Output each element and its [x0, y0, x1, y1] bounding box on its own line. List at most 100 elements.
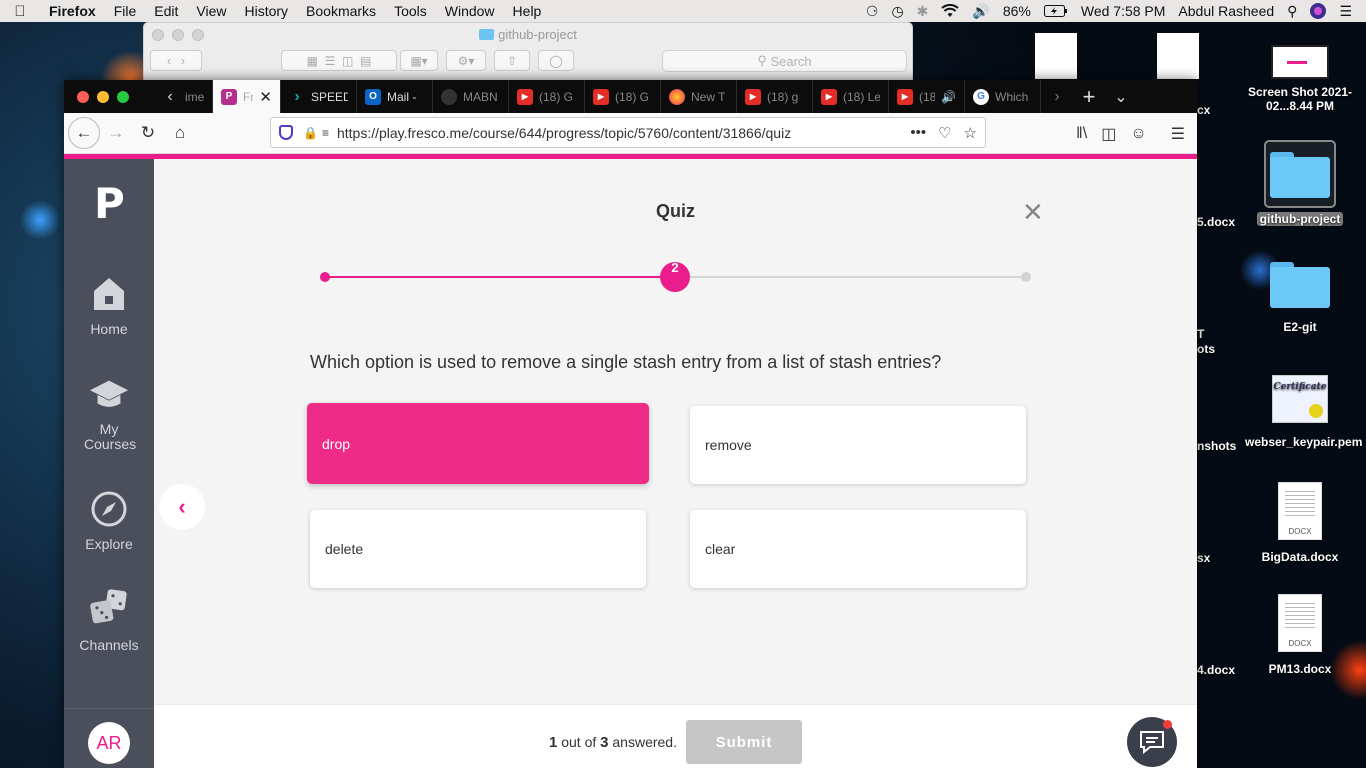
desktop-item-bigdata[interactable]: DOCX BigData.docx: [1245, 482, 1355, 564]
desktop-item-e2-git[interactable]: E2-git: [1245, 262, 1355, 334]
menu-bookmarks[interactable]: Bookmarks: [297, 3, 385, 19]
menu-hamburger-icon[interactable]: ☰: [1171, 124, 1185, 144]
home-button[interactable]: ⌂: [164, 117, 196, 149]
close-quiz-icon[interactable]: ✕: [1022, 197, 1044, 228]
menu-history[interactable]: History: [235, 3, 297, 19]
tracking-protection-shield-icon[interactable]: [279, 125, 293, 140]
progress-step-start[interactable]: [320, 272, 330, 282]
notification-center-icon[interactable]: ☰: [1339, 3, 1352, 20]
browser-tab[interactable]: MABN: [433, 80, 509, 113]
sync-icon[interactable]: ⚆: [866, 3, 879, 20]
pocket-icon[interactable]: ♡: [938, 124, 951, 142]
avatar[interactable]: AR: [88, 722, 130, 764]
wifi-icon[interactable]: [941, 4, 960, 18]
sidebar-item-explore[interactable]: Explore: [64, 489, 154, 552]
finder-share-button[interactable]: ⇧: [494, 50, 530, 71]
firefox-window: ‹ ime P Fre ✕ › SPEED O Mail - MABN ▶ (1…: [64, 80, 1197, 768]
browser-tab[interactable]: ▶ (18) G: [509, 80, 585, 113]
finder-group-button[interactable]: ▦▾: [400, 50, 438, 71]
finder-view-icons-button[interactable]: ▦ ☰ ◫ ▤: [281, 50, 397, 71]
battery-icon[interactable]: [1043, 5, 1068, 17]
browser-tab[interactable]: ▶ (18) G: [585, 80, 661, 113]
desktop-item-github-project[interactable]: github-project: [1245, 140, 1355, 226]
finder-search-input[interactable]: ⚲ Search: [662, 50, 907, 72]
back-button[interactable]: ←: [68, 117, 100, 149]
clock[interactable]: Wed 7:58 PM: [1081, 3, 1166, 19]
library-icon[interactable]: ‖\: [1076, 125, 1087, 143]
menu-edit[interactable]: Edit: [145, 3, 187, 19]
finder-tag-button[interactable]: ◯: [538, 50, 574, 71]
list-all-tabs-icon[interactable]: ⌄: [1105, 87, 1137, 107]
youtube-icon: ▶: [821, 88, 837, 105]
progress-step-end[interactable]: [1021, 272, 1031, 282]
fresco-logo[interactable]: P: [94, 179, 125, 228]
sidebar-toggle-icon[interactable]: ◫: [1101, 124, 1116, 144]
reload-button[interactable]: ↻: [132, 117, 164, 149]
desktop-item-label: E2-git: [1283, 320, 1317, 334]
close-window-button[interactable]: [77, 90, 89, 103]
time-machine-icon[interactable]: ◷: [891, 3, 903, 20]
user-name[interactable]: Abdul Rasheed: [1178, 3, 1274, 19]
sidebar-item-channels[interactable]: Channels: [64, 584, 154, 653]
spotlight-search-icon[interactable]: ⚲: [1287, 3, 1297, 20]
menu-file[interactable]: File: [105, 3, 146, 19]
docx-tag: DOCX: [1288, 527, 1312, 536]
browser-tab[interactable]: › SPEED: [281, 80, 357, 113]
apple-menu-icon[interactable]: : [0, 3, 40, 20]
browser-tab[interactable]: G Which: [965, 80, 1041, 113]
forward-button[interactable]: →: [100, 117, 132, 149]
page-actions-icon[interactable]: •••: [910, 124, 926, 142]
browser-tab[interactable]: ime: [181, 80, 213, 113]
tab-audio-icon[interactable]: 🔊: [941, 90, 956, 104]
close-tab-icon[interactable]: ✕: [259, 88, 272, 106]
menu-tools[interactable]: Tools: [385, 3, 436, 19]
permissions-icon[interactable]: ≡: [322, 126, 329, 140]
url-text[interactable]: https://play.fresco.me/course/644/progre…: [337, 125, 910, 141]
answer-option-clear[interactable]: clear: [690, 510, 1026, 588]
desktop-item-webser-keypair[interactable]: Certificate webser_keypair.pem: [1245, 375, 1362, 449]
chat-support-button[interactable]: [1127, 717, 1177, 767]
tab-title: (18) g: [767, 89, 799, 104]
youtube-icon: ▶: [897, 88, 913, 105]
answer-option-drop[interactable]: drop: [307, 403, 649, 484]
menu-help[interactable]: Help: [504, 3, 551, 19]
sidebar-item-home[interactable]: Home: [64, 274, 154, 337]
tab-title: Mail -: [387, 89, 417, 104]
navigation-toolbar: ← → ↻ ⌂ 🔒 ≡ https://play.fresco.me/cours…: [64, 113, 1197, 154]
desktop-doc-thumbnail: [1157, 33, 1199, 79]
menu-app-name[interactable]: Firefox: [40, 3, 105, 19]
browser-tab[interactable]: O Mail -: [357, 80, 433, 113]
desktop-item-pm13[interactable]: DOCX PM13.docx: [1245, 594, 1355, 676]
bluetooth-icon[interactable]: ✱: [917, 3, 929, 20]
submit-button[interactable]: Submit: [686, 720, 802, 764]
previous-question-button[interactable]: ‹: [159, 484, 205, 530]
browser-tab[interactable]: New T: [661, 80, 737, 113]
zoom-window-button[interactable]: [117, 90, 129, 103]
browser-tab[interactable]: ▶ (18) g: [737, 80, 813, 113]
minimize-window-button[interactable]: [97, 90, 109, 103]
finder-action-gear-icon[interactable]: ⚙▾: [446, 50, 486, 71]
menu-view[interactable]: View: [187, 3, 235, 19]
account-icon[interactable]: ☺: [1130, 125, 1146, 143]
answer-option-remove[interactable]: remove: [690, 406, 1026, 484]
progress-step-number: 2: [671, 260, 679, 275]
tabs-scroll-right-icon[interactable]: ›: [1041, 88, 1073, 106]
siri-icon[interactable]: [1310, 3, 1327, 19]
desktop-partial-label: ots: [1197, 342, 1215, 356]
volume-icon[interactable]: 🔊: [972, 3, 989, 20]
tab-strip: ‹ ime P Fre ✕ › SPEED O Mail - MABN ▶ (1…: [64, 80, 1197, 113]
desktop-item-screenshot[interactable]: Screen Shot 2021-02...8.44 PM: [1245, 45, 1355, 113]
lock-icon[interactable]: 🔒: [303, 126, 318, 140]
browser-tab-active[interactable]: P Fre ✕: [213, 80, 281, 113]
bookmark-star-icon[interactable]: ☆: [964, 124, 977, 142]
quiz-progress-fill: [324, 276, 675, 278]
tabs-scroll-left-icon[interactable]: ‹: [159, 88, 181, 106]
new-tab-button[interactable]: +: [1073, 84, 1105, 110]
browser-tab[interactable]: ▶ (18) Le: [813, 80, 889, 113]
url-bar[interactable]: 🔒 ≡ https://play.fresco.me/course/644/pr…: [270, 117, 986, 148]
sidebar-item-my-courses[interactable]: My Courses: [64, 374, 154, 452]
answer-option-delete[interactable]: delete: [310, 510, 646, 588]
menu-window[interactable]: Window: [436, 3, 504, 19]
finder-back-forward[interactable]: ‹ ›: [150, 50, 202, 71]
browser-tab[interactable]: ▶ (18 🔊: [889, 80, 965, 113]
